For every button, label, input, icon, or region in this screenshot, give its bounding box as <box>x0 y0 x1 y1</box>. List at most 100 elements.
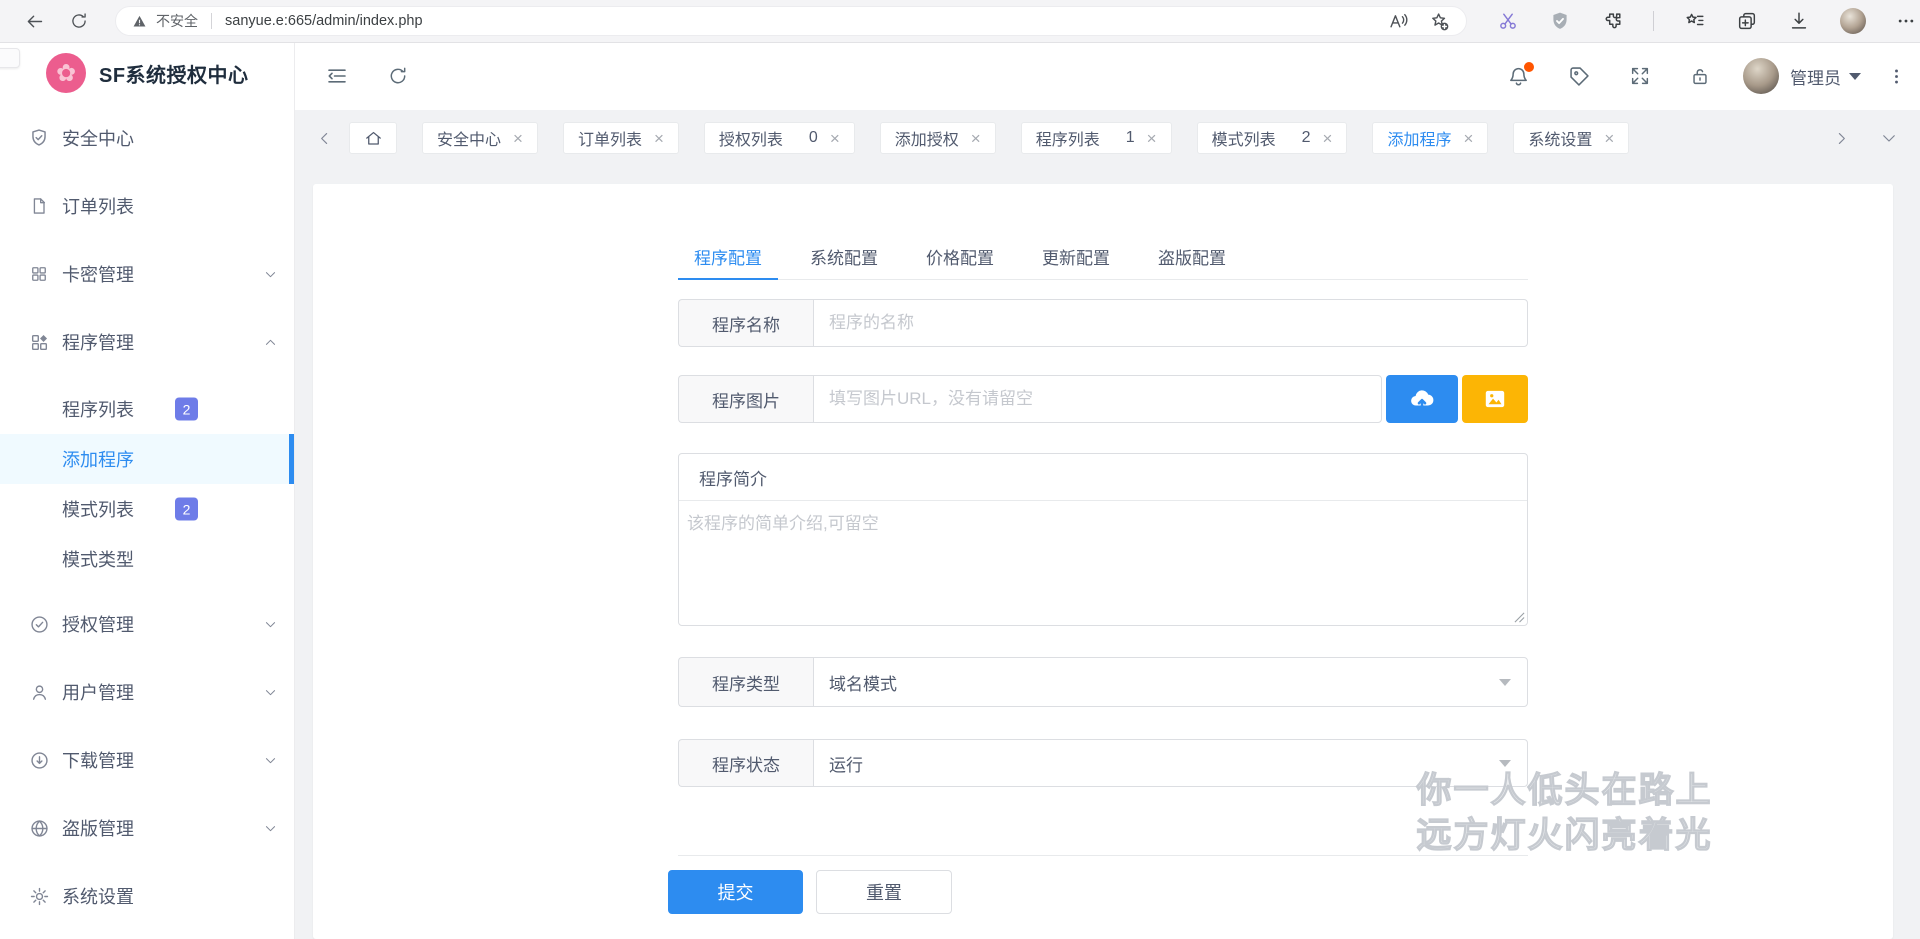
form-actions: 提交 重置 <box>668 870 1528 934</box>
user-icon <box>27 682 51 703</box>
edge-sidebar-stub <box>0 48 20 68</box>
sidebar-item-orders[interactable]: 订单列表 <box>0 172 294 240</box>
submit-button[interactable]: 提交 <box>668 870 803 914</box>
downloads-icon[interactable] <box>1788 10 1810 32</box>
tabs-scroll-left-icon[interactable] <box>316 130 333 147</box>
sidebar-item-programs[interactable]: 程序管理 <box>0 308 294 376</box>
tag-icon[interactable] <box>1568 65 1591 88</box>
tab-program-list[interactable]: 程序列表 1 × <box>1021 122 1172 154</box>
browser-back-icon[interactable] <box>24 11 45 32</box>
sidebar-subitem-mode-list[interactable]: 模式列表 2 <box>0 484 294 534</box>
extension-shield-icon[interactable] <box>1549 10 1571 32</box>
brand-logo-icon: ✿ <box>46 53 86 93</box>
upload-image-button[interactable] <box>1386 375 1458 423</box>
lock-icon[interactable] <box>1689 65 1711 87</box>
tab-mode-list[interactable]: 模式列表 2 × <box>1197 122 1348 154</box>
collections-icon[interactable] <box>1736 10 1758 32</box>
sidebar-item-cardkeys[interactable]: 卡密管理 <box>0 240 294 308</box>
username-label[interactable]: 管理员 <box>1790 64 1841 89</box>
view-image-button[interactable] <box>1462 375 1528 423</box>
program-status-select[interactable]: 运行 <box>813 739 1528 787</box>
program-image-input[interactable] <box>813 375 1382 423</box>
tab-add-program[interactable]: 添加程序 × <box>1372 122 1488 154</box>
select-caret-icon <box>1499 760 1511 767</box>
browser-toolbar: 不安全 sanyue.e:665/admin/index.php <box>0 0 1920 43</box>
form-tab-update-config[interactable]: 更新配置 <box>1026 234 1126 279</box>
extension-scissors-icon[interactable] <box>1497 10 1519 32</box>
form-tab-program-config[interactable]: 程序配置 <box>678 234 778 279</box>
sidebar-item-downloads[interactable]: 下载管理 <box>0 726 294 794</box>
tab-home[interactable] <box>349 122 397 154</box>
document-icon <box>27 196 51 216</box>
close-icon[interactable]: × <box>1147 130 1157 147</box>
programs-submenu: 程序列表 2 添加程序 模式列表 2 模式类型 <box>0 376 294 590</box>
close-icon[interactable]: × <box>1604 130 1614 147</box>
tab-count: 0 <box>809 129 818 147</box>
user-dropdown-caret-icon[interactable] <box>1849 73 1861 80</box>
close-icon[interactable]: × <box>830 130 840 147</box>
header-more-icon[interactable] <box>1887 67 1906 86</box>
program-intro-textarea[interactable] <box>679 501 1527 625</box>
read-aloud-icon[interactable] <box>1388 11 1409 32</box>
notification-bell-icon[interactable] <box>1507 65 1530 88</box>
program-type-select[interactable]: 域名模式 <box>813 657 1528 707</box>
close-icon[interactable]: × <box>1323 130 1333 147</box>
fullscreen-icon[interactable] <box>1629 65 1651 87</box>
program-status-label: 程序状态 <box>678 739 813 787</box>
tab-system-settings[interactable]: 系统设置 × <box>1513 122 1629 154</box>
program-name-input[interactable] <box>813 299 1528 347</box>
tabs-menu-chevron-icon[interactable] <box>1880 129 1898 147</box>
reset-button[interactable]: 重置 <box>816 870 952 914</box>
home-icon <box>364 129 383 148</box>
chevron-down-icon <box>263 685 278 700</box>
tab-auth-list[interactable]: 授权列表 0 × <box>704 122 855 154</box>
close-icon[interactable]: × <box>971 130 981 147</box>
form-tab-piracy-config[interactable]: 盗版配置 <box>1142 234 1242 279</box>
app-header: 管理员 <box>295 42 1920 110</box>
form-tab-price-config[interactable]: 价格配置 <box>910 234 1010 279</box>
favorites-hub-icon[interactable] <box>1684 10 1706 32</box>
browser-refresh-icon[interactable] <box>69 11 89 31</box>
sidebar-item-settings[interactable]: 系统设置 <box>0 862 294 930</box>
tab-add-auth[interactable]: 添加授权 × <box>880 122 996 154</box>
tabs-scroll-right-icon[interactable] <box>1833 130 1850 147</box>
close-icon[interactable]: × <box>654 130 664 147</box>
sidebar-item-security[interactable]: 安全中心 <box>0 104 294 172</box>
globe-icon <box>27 818 51 839</box>
mode-list-badge: 2 <box>175 498 198 521</box>
form-tab-system-config[interactable]: 系统配置 <box>794 234 894 279</box>
close-icon[interactable]: × <box>513 130 523 147</box>
tab-security-center[interactable]: 安全中心 × <box>422 122 538 154</box>
not-secure-label[interactable]: 不安全 <box>156 11 198 31</box>
download-circle-icon <box>27 750 51 771</box>
program-intro-label: 程序简介 <box>679 454 1527 501</box>
url-text[interactable]: sanyue.e:665/admin/index.php <box>225 13 423 29</box>
image-icon <box>1482 386 1508 412</box>
sidebar-subitem-mode-type[interactable]: 模式类型 <box>0 534 294 584</box>
sidebar: ✿ SF系统授权中心 安全中心 订单列表 卡密管理 程序管理 <box>0 42 295 939</box>
apps-icon <box>27 332 51 353</box>
tab-order-list[interactable]: 订单列表 × <box>563 122 679 154</box>
user-avatar[interactable] <box>1743 58 1779 94</box>
close-icon[interactable]: × <box>1463 130 1473 147</box>
sidebar-item-authorization[interactable]: 授权管理 <box>0 590 294 658</box>
add-favorite-star-icon[interactable] <box>1429 11 1450 32</box>
sidebar-subitem-program-list[interactable]: 程序列表 2 <box>0 384 294 434</box>
chevron-down-icon <box>263 267 278 282</box>
shield-check-icon <box>27 127 51 149</box>
resize-grip-icon[interactable] <box>1514 612 1525 623</box>
address-bar[interactable]: 不安全 sanyue.e:665/admin/index.php <box>115 6 1467 36</box>
refresh-page-icon[interactable] <box>387 65 409 87</box>
browser-profile-avatar[interactable] <box>1840 8 1866 34</box>
gear-icon <box>27 886 51 907</box>
program-intro-panel: 程序简介 <box>678 453 1528 626</box>
extensions-puzzle-icon[interactable] <box>1601 10 1623 32</box>
browser-menu-icon[interactable] <box>1896 11 1916 31</box>
sidebar-item-piracy[interactable]: 盗版管理 <box>0 794 294 862</box>
browser-extensions-area <box>1467 8 1916 34</box>
sidebar-subitem-add-program[interactable]: 添加程序 <box>0 434 294 484</box>
main-area: 管理员 安全中心 × 订单列表 <box>295 42 1920 939</box>
collapse-menu-icon[interactable] <box>325 64 349 88</box>
sidebar-item-users[interactable]: 用户管理 <box>0 658 294 726</box>
program-image-row: 程序图片 <box>678 375 1528 423</box>
